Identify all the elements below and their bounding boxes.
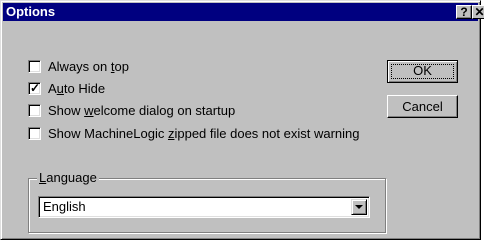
checkbox-label: Show welcome dialog on startup [48,103,236,118]
checkbox-label: Show MachineLogic zipped file does not e… [48,126,360,141]
checkbox-box[interactable] [28,127,41,140]
chevron-down-icon [355,205,363,209]
dropdown-button[interactable] [351,199,367,215]
cancel-label: Cancel [402,99,443,114]
language-selected-value: English [43,199,86,214]
checkbox-box[interactable] [28,104,41,117]
title-bar[interactable]: Options ? ✕ [3,3,484,21]
ok-label: OK [413,63,432,78]
checkmark-icon: ✓ [30,81,41,95]
cancel-button[interactable]: Cancel [387,95,458,118]
language-select[interactable]: English [38,196,370,218]
checkbox-label: Always on top [48,59,129,74]
close-icon: ✕ [474,5,484,19]
checkbox-box[interactable] [28,60,41,73]
checkbox-label: Auto Hide [48,81,106,96]
help-icon: ? [460,5,468,19]
checkbox-box[interactable]: ✓ [28,81,41,95]
language-group-label: Language [37,170,99,186]
language-groupbox: Language English [28,170,386,233]
close-button[interactable]: ✕ [472,5,484,19]
window-title: Options [6,4,56,19]
ok-button[interactable]: OK [387,60,458,83]
options-dialog: Options ? ✕ Always on top ✓ Auto Hide Sh… [0,0,484,240]
help-button[interactable]: ? [456,5,472,19]
